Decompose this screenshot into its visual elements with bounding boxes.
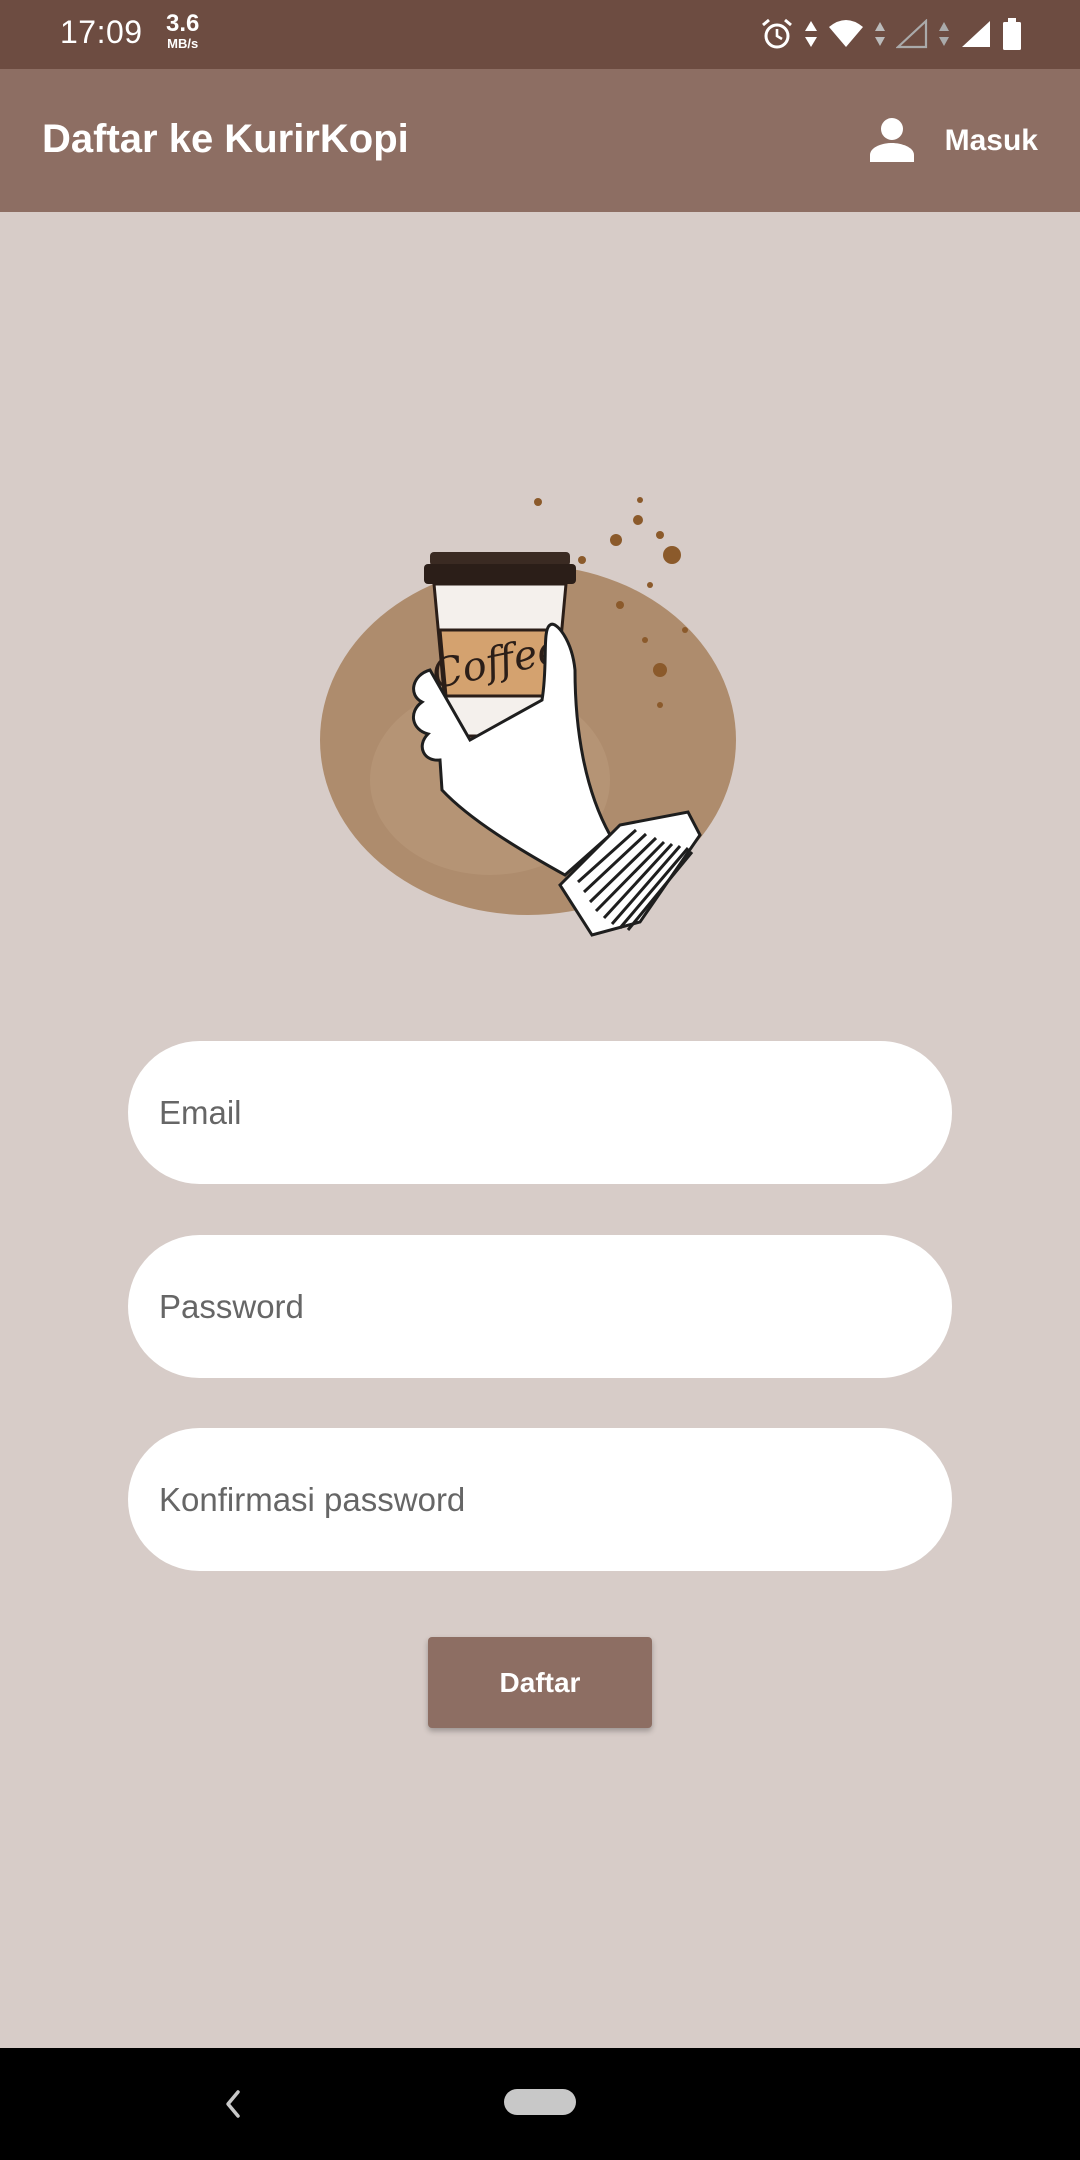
status-icons [760,14,1022,54]
home-pill-icon[interactable] [504,2089,576,2115]
coffee-illustration: Coffee [320,497,736,937]
network-speed-unit: MB/s [167,36,199,51]
alarm-icon [760,17,794,51]
network-speed: 3.6 MB/s [166,10,200,51]
data-arrows-icon [804,19,818,49]
battery-icon [1002,17,1022,51]
network-speed-value: 3.6 [166,10,200,37]
wifi-arrows-icon [874,20,886,48]
register-button[interactable]: Daftar [428,1637,652,1728]
signal-icon [960,19,992,49]
email-field[interactable] [128,1041,952,1184]
confirm-password-input[interactable] [159,1480,919,1519]
email-input[interactable] [159,1093,919,1132]
confirm-password-field[interactable] [128,1428,952,1571]
signal-arrows-icon [938,20,950,48]
password-input[interactable] [159,1287,919,1326]
login-button[interactable]: Masuk [869,111,1038,171]
login-label: Masuk [944,124,1038,157]
status-time: 17:09 [60,14,143,50]
password-field[interactable] [128,1235,952,1378]
mobile-signal-empty-icon [896,19,928,49]
wifi-icon [828,19,864,49]
back-icon[interactable] [218,2084,248,2124]
app-bar: Daftar ke KurirKopi Masuk [0,69,1080,212]
page-title: Daftar ke KurirKopi [42,117,409,161]
navigation-bar [0,2048,1080,2160]
screen: 17:09 3.6 MB/s Daftar ke KurirKopi Masuk… [0,0,1080,2160]
status-bar: 17:09 3.6 MB/s [0,0,1080,69]
person-icon [869,116,915,167]
